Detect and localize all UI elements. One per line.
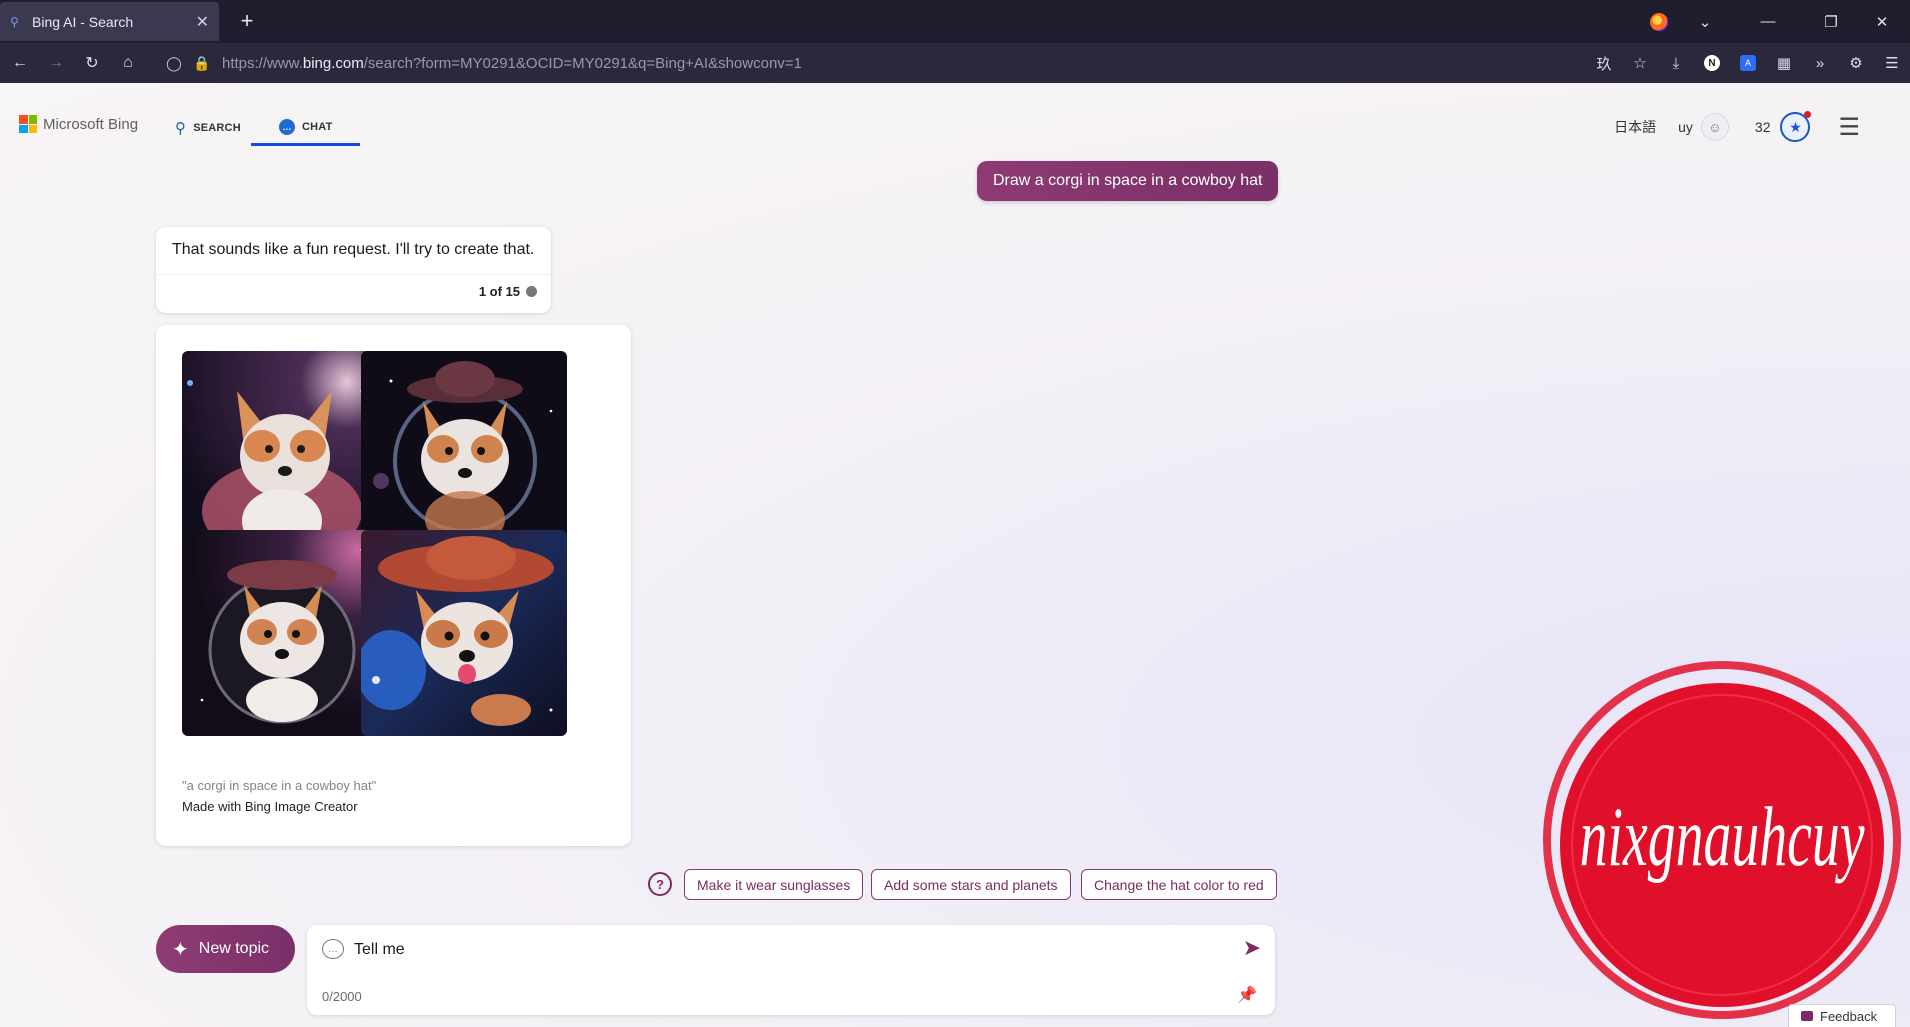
chat-bubble-icon: … <box>322 939 344 959</box>
header-right: 日本語 uy ☺ 32 ★ ☰ <box>1614 109 1860 145</box>
browser-tab-bar: ⚲ Bing AI - Search ✕ + ⌄ — ❐ ✕ <box>0 0 1910 43</box>
user-account[interactable]: uy ☺ <box>1678 113 1729 141</box>
close-window-button[interactable]: ✕ <box>1854 0 1910 43</box>
turn-indicator-dot <box>526 286 537 297</box>
feedback-icon <box>1801 1011 1813 1021</box>
url-domain: bing.com <box>302 54 364 72</box>
question-help-icon[interactable]: ? <box>648 872 672 896</box>
language-link[interactable]: 日本語 <box>1614 117 1656 137</box>
suggestion-stars-planets[interactable]: Add some stars and planets <box>871 869 1071 900</box>
image-caption: "a corgi in space in a cowboy hat" <box>182 778 377 793</box>
tab-chat-label: CHAT <box>302 120 333 133</box>
user-initials: uy <box>1678 119 1693 135</box>
send-icon[interactable]: ➤ <box>1243 935 1261 961</box>
generated-image-4[interactable] <box>361 530 567 736</box>
downloads-icon[interactable]: ⤓ <box>1658 43 1694 83</box>
bot-message-text: That sounds like a fun request. I'll try… <box>172 241 535 258</box>
generated-image-3[interactable] <box>182 530 388 736</box>
generated-images-card: "a corgi in space in a cowboy hat" Made … <box>156 325 631 846</box>
restore-window-button[interactable]: ❐ <box>1808 0 1854 43</box>
pin-icon[interactable]: 📌 <box>1237 985 1257 1005</box>
url-text[interactable]: https://www.bing.com/search?form=MY0291&… <box>222 55 802 72</box>
minimize-window-button[interactable]: — <box>1728 0 1808 43</box>
chat-composer: … ➤ 0/2000 📌 <box>307 925 1275 1015</box>
watermark-text: nixgnauhcuy <box>1580 789 1865 884</box>
rewards-trophy-icon: ★ <box>1780 111 1812 142</box>
new-topic-button[interactable]: ✦ New topic <box>156 925 295 973</box>
feedback-button[interactable]: Feedback <box>1788 1004 1896 1027</box>
app-menu-icon[interactable]: ☰ <box>1874 43 1910 83</box>
reload-icon[interactable]: ↻ <box>74 43 110 83</box>
user-avatar-icon: ☺ <box>1700 113 1729 141</box>
extension-n-icon[interactable]: N <box>1694 43 1730 83</box>
image-credit: Made with Bing Image Creator <box>182 799 358 814</box>
chat-input[interactable] <box>354 937 1214 963</box>
tab-search[interactable]: ⚲ SEARCH <box>175 110 241 146</box>
char-counter: 0/2000 <box>322 989 362 1004</box>
search-favicon-icon: ⚲ <box>10 14 19 29</box>
close-tab-icon[interactable]: ✕ <box>196 12 209 32</box>
browser-tab[interactable]: ⚲ Bing AI - Search ✕ <box>0 2 219 41</box>
user-message: Draw a corgi in space in a cowboy hat <box>977 161 1279 201</box>
forward-icon[interactable]: → <box>38 43 74 83</box>
generated-image-1[interactable] <box>182 351 388 557</box>
shield-icon[interactable]: ◯ <box>160 55 188 72</box>
turn-counter-text: 1 of 15 <box>478 284 520 299</box>
search-icon: ⚲ <box>175 120 187 137</box>
list-all-tabs-icon[interactable]: ⌄ <box>1682 0 1728 43</box>
back-icon[interactable]: ← <box>2 43 38 83</box>
bot-message: That sounds like a fun request. I'll try… <box>156 227 551 313</box>
browser-nav-bar: ← → ↻ ⌂ ◯ 🔒 https://www.bing.com/search?… <box>0 43 1910 83</box>
divider <box>156 274 551 275</box>
new-tab-button[interactable]: + <box>232 6 262 36</box>
rewards[interactable]: 32 ★ <box>1754 111 1812 142</box>
tab-search-label: SEARCH <box>193 122 241 134</box>
broom-icon: ✦ <box>172 938 189 961</box>
suggestion-sunglasses[interactable]: Make it wear sunglasses <box>684 869 864 900</box>
extensions-puzzle-icon[interactable]: ⚙ <box>1838 43 1874 83</box>
lock-icon[interactable]: 🔒 <box>188 55 216 72</box>
brand-name: Microsoft Bing <box>43 115 139 133</box>
bookmark-star-icon[interactable]: ☆ <box>1622 43 1658 83</box>
url-bar[interactable]: ◯ 🔒 https://www.bing.com/search?form=MY0… <box>160 47 1580 79</box>
suggestion-hat-color[interactable]: Change the hat color to red <box>1081 869 1277 900</box>
rewards-points: 32 <box>1754 119 1771 135</box>
hamburger-menu-icon[interactable]: ☰ <box>1838 113 1860 142</box>
home-icon[interactable]: ⌂ <box>110 43 146 83</box>
tab-chat[interactable]: … CHAT <box>251 110 360 146</box>
translator-extension-icon[interactable]: A <box>1730 43 1766 83</box>
new-topic-label: New topic <box>198 940 270 957</box>
watermark-stamp: nixgnauhcuy <box>1522 640 1910 1027</box>
microsoft-logo-icon <box>19 115 37 133</box>
firefox-account-icon[interactable] <box>1636 0 1682 43</box>
notification-dot <box>1804 111 1812 118</box>
microsoft-bing-logo[interactable]: Microsoft Bing <box>19 115 138 133</box>
qr-code-icon[interactable]: ▦ <box>1766 43 1802 83</box>
translate-icon[interactable]: 玖 <box>1586 43 1622 83</box>
chat-icon: … <box>279 118 295 135</box>
more-tools-icon[interactable]: » <box>1802 43 1838 83</box>
generated-image-2[interactable] <box>361 351 567 557</box>
tab-title: Bing AI - Search <box>32 13 134 30</box>
turn-counter: 1 of 15 <box>479 284 537 299</box>
feedback-label: Feedback <box>1820 1008 1878 1024</box>
